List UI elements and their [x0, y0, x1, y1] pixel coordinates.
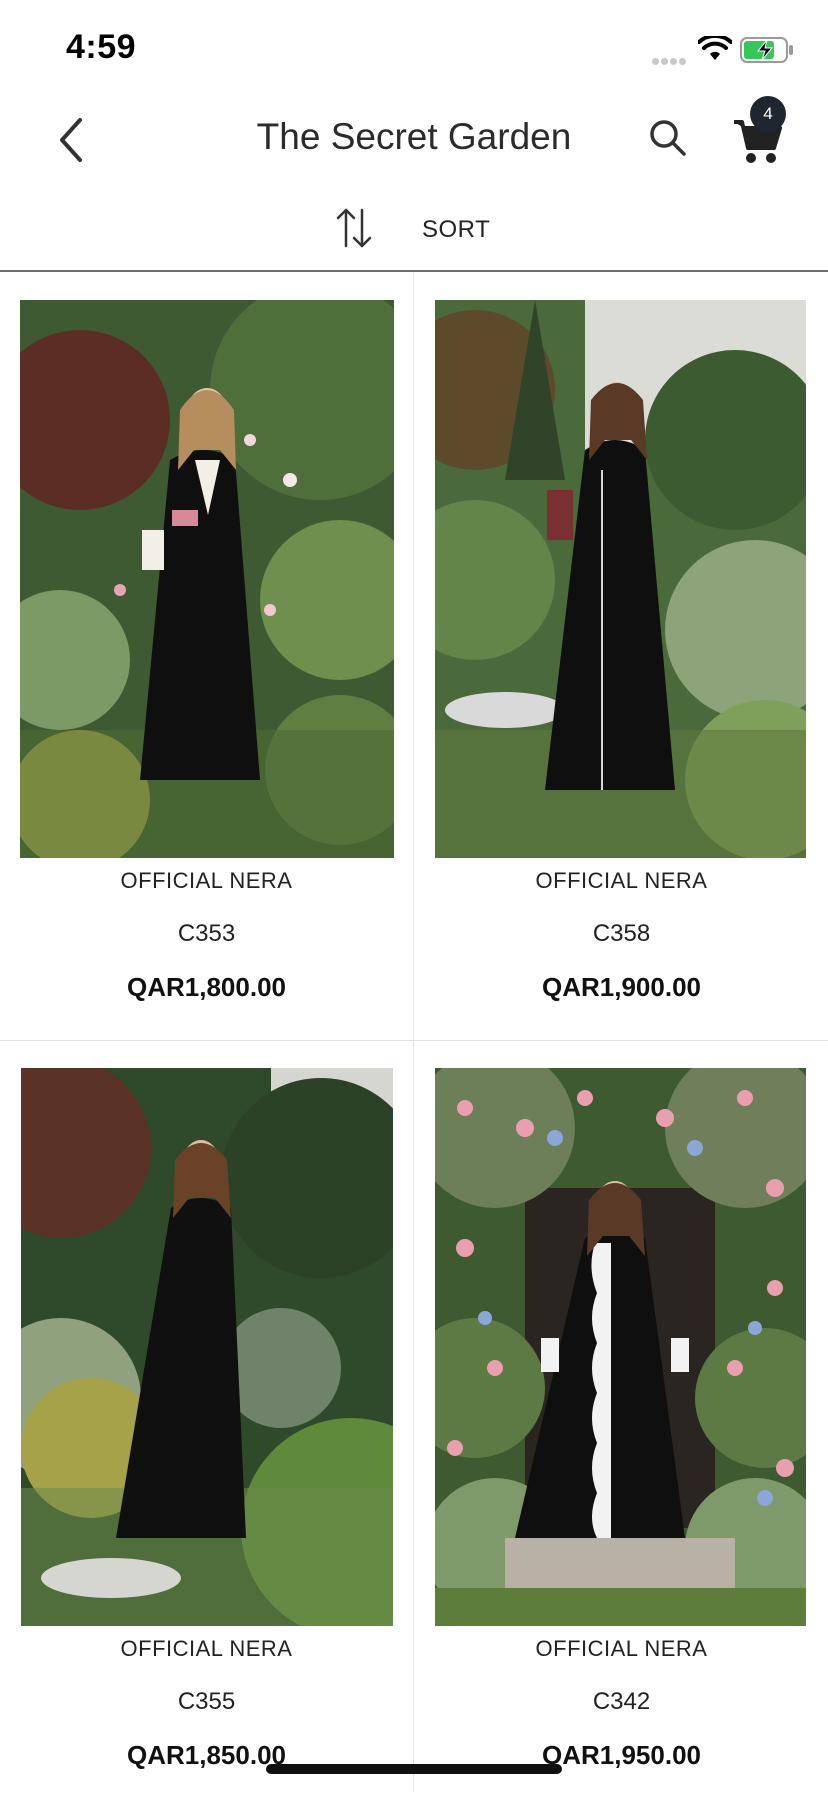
back-chevron-icon[interactable]	[50, 112, 94, 168]
product-sku: C342	[592, 1688, 651, 1715]
product-brand: OFFICIAL NERA	[535, 868, 708, 893]
product-image[interactable]	[435, 300, 806, 858]
sort-bar: SORT	[0, 190, 828, 272]
product-grid: OFFICIAL NERA C353 QAR1,800.00 OFFICIAL …	[0, 272, 828, 1792]
product-image[interactable]	[20, 300, 394, 858]
page-title: The Secret Garden	[256, 116, 572, 157]
sort-label: SORT	[422, 216, 491, 243]
product-card[interactable]: OFFICIAL NERA C355 QAR1,850.00	[0, 1040, 413, 1808]
sort-button[interactable]: SORT	[330, 204, 500, 254]
sort-arrows-icon	[336, 208, 372, 248]
search-icon[interactable]	[644, 114, 692, 162]
status-bar: 4:59	[0, 0, 828, 90]
cart-count-badge: 4	[750, 96, 786, 132]
product-sku: C358	[592, 920, 651, 947]
product-card[interactable]: OFFICIAL NERA C353 QAR1,800.00	[0, 272, 413, 1040]
nav-bar: The Secret Garden	[0, 90, 828, 190]
wifi-icon	[698, 36, 732, 60]
product-brand: OFFICIAL NERA	[120, 868, 293, 893]
product-price: QAR1,900.00	[542, 972, 701, 1002]
cellular-signal-icon	[652, 52, 692, 65]
column-divider	[413, 272, 414, 1792]
product-sku: C353	[177, 920, 236, 947]
product-brand: OFFICIAL NERA	[535, 1636, 708, 1661]
status-time: 4:59	[66, 28, 137, 66]
product-sku: C355	[177, 1688, 236, 1715]
product-price: QAR1,800.00	[127, 972, 286, 1002]
battery-charging-icon	[740, 37, 793, 63]
product-image[interactable]	[21, 1068, 393, 1626]
product-image[interactable]	[435, 1068, 806, 1626]
product-card[interactable]: OFFICIAL NERA C358 QAR1,900.00	[415, 272, 828, 1040]
product-brand: OFFICIAL NERA	[120, 1636, 293, 1661]
product-card[interactable]: OFFICIAL NERA C342 QAR1,950.00	[415, 1040, 828, 1808]
home-indicator	[266, 1764, 562, 1774]
